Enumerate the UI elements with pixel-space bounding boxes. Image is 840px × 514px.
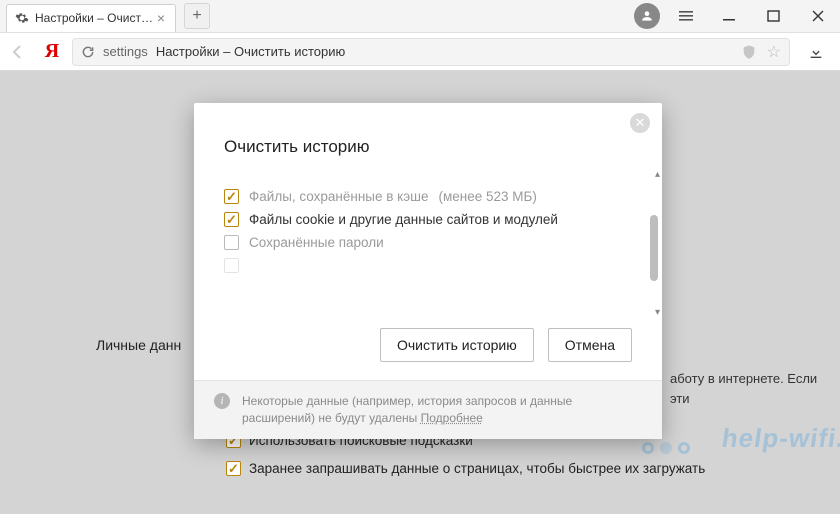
dialog-scrollbar[interactable]: ▴ ▾ xyxy=(650,175,658,312)
option-passwords[interactable]: Сохранённые пароли xyxy=(224,235,632,250)
tab-close-icon[interactable]: × xyxy=(155,10,167,26)
gear-icon xyxy=(15,11,29,25)
dialog-title: Очистить историю xyxy=(194,103,662,167)
tab-title: Настройки – Очистить и… xyxy=(35,11,155,25)
option-cache[interactable]: Файлы, сохранённые в кэше (менее 523 МБ) xyxy=(224,189,632,204)
clear-history-dialog: ✕ Очистить историю Файлы, сохранённые в … xyxy=(194,103,662,439)
cancel-button[interactable]: Отмена xyxy=(548,328,632,362)
address-field[interactable]: settings Настройки – Очистить историю ☆ xyxy=(72,38,790,66)
checkbox-icon[interactable] xyxy=(226,461,241,476)
window-titlebar: Настройки – Очистить и… × + xyxy=(0,0,840,33)
footer-more-link[interactable]: Подробнее xyxy=(421,411,483,425)
dialog-footer: i Некоторые данные (например, история за… xyxy=(194,380,662,439)
new-tab-button[interactable]: + xyxy=(184,3,210,29)
section-heading: Личные данн xyxy=(96,337,181,353)
option-label: Заранее запрашивать данные о страницах, … xyxy=(249,461,705,476)
window-close-button[interactable] xyxy=(796,0,840,32)
page-hint-text: аботу в интернете. Если эти xyxy=(670,369,840,408)
option-size: (менее 523 МБ) xyxy=(438,189,536,204)
shield-icon[interactable] xyxy=(739,42,759,62)
profile-icon[interactable] xyxy=(634,3,660,29)
browser-tab[interactable]: Настройки – Очистить и… × xyxy=(6,4,176,32)
downloads-icon[interactable] xyxy=(802,38,830,66)
dialog-body: Файлы, сохранённые в кэше (менее 523 МБ)… xyxy=(194,167,662,320)
option-label: Файлы cookie и другие данные сайтов и мо… xyxy=(249,212,558,227)
info-icon: i xyxy=(214,393,230,409)
bookmark-star-icon[interactable]: ☆ xyxy=(767,42,781,62)
yandex-logo-icon[interactable]: Я xyxy=(38,38,66,66)
footer-text: Некоторые данные (например, история запр… xyxy=(242,394,572,425)
dialog-close-button[interactable]: ✕ xyxy=(630,113,650,133)
scroll-down-icon[interactable]: ▾ xyxy=(655,307,660,318)
option-cookies[interactable]: Файлы cookie и другие данные сайтов и мо… xyxy=(224,212,632,227)
checkbox-icon[interactable] xyxy=(224,235,239,250)
option-truncated[interactable] xyxy=(224,258,632,273)
address-path: Настройки – Очистить историю xyxy=(156,44,345,59)
address-host: settings xyxy=(103,44,148,59)
checkbox-icon[interactable] xyxy=(224,258,239,273)
option-label: Файлы, сохранённые в кэше xyxy=(249,189,428,204)
dialog-actions: Очистить историю Отмена xyxy=(194,320,662,380)
window-minimize-button[interactable] xyxy=(708,0,752,32)
address-bar: Я settings Настройки – Очистить историю … xyxy=(0,33,840,71)
option-label: Сохранённые пароли xyxy=(249,235,384,250)
back-button xyxy=(4,38,32,66)
option-prefetch[interactable]: Заранее запрашивать данные о страницах, … xyxy=(226,461,705,476)
reload-icon[interactable] xyxy=(81,45,95,59)
clear-history-button[interactable]: Очистить историю xyxy=(380,328,534,362)
window-maximize-button[interactable] xyxy=(752,0,796,32)
window-menu-icon[interactable] xyxy=(664,0,708,32)
checkbox-icon[interactable] xyxy=(224,189,239,204)
checkbox-icon[interactable] xyxy=(224,212,239,227)
scroll-thumb[interactable] xyxy=(650,215,658,281)
